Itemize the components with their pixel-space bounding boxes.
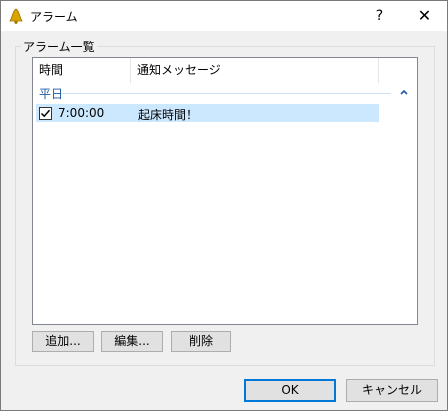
list-header: 時間 通知メッセージ	[33, 58, 417, 83]
cancel-button[interactable]: キャンセル	[346, 379, 438, 402]
title-bar: アラーム ? ✕	[1, 1, 447, 31]
alarm-time: 7:00:00	[58, 106, 105, 120]
group-divider	[61, 93, 391, 94]
column-header-message[interactable]: 通知メッセージ	[131, 58, 379, 83]
groupbox-label: アラーム一覧	[21, 38, 97, 55]
group-header-weekday[interactable]: 平日	[39, 85, 63, 102]
help-button[interactable]: ?	[357, 1, 402, 31]
checkmark-icon	[40, 109, 51, 118]
alarm-enabled-checkbox[interactable]	[39, 107, 52, 120]
chevron-up-icon[interactable]	[399, 86, 409, 96]
add-button[interactable]: 追加...	[32, 331, 94, 352]
edit-button[interactable]: 編集...	[101, 331, 163, 352]
bell-icon	[7, 7, 25, 25]
alarm-listview[interactable]: 時間 通知メッセージ 平日 7:00:00 起床時間！	[32, 57, 418, 325]
column-header-time[interactable]: 時間	[33, 58, 131, 83]
alarm-message: 起床時間！	[138, 108, 199, 122]
ok-button[interactable]: OK	[244, 379, 336, 402]
alarm-dialog: アラーム ? ✕ アラーム一覧 時間 通知メッセージ 平日 7:00:00 起床…	[0, 0, 448, 411]
list-item[interactable]: 7:00:00 起床時間！	[36, 104, 379, 122]
window-title: アラーム	[30, 10, 78, 24]
delete-button[interactable]: 削除	[171, 331, 231, 352]
close-button[interactable]: ✕	[402, 1, 447, 31]
